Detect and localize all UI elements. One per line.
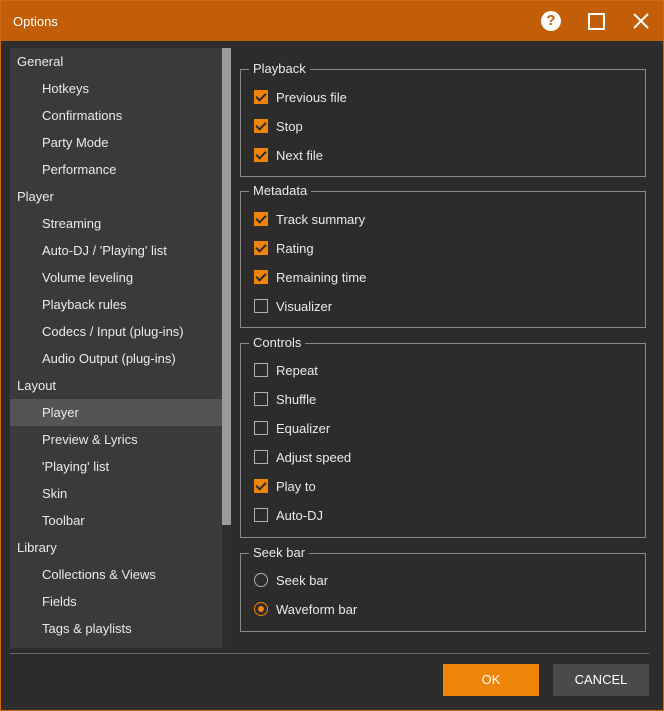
sidebar-item-preview-lyrics[interactable]: Preview & Lyrics [10, 426, 222, 453]
cancel-button[interactable]: CANCEL [553, 664, 649, 696]
sidebar-item-skin[interactable]: Skin [10, 480, 222, 507]
footer-divider [10, 653, 649, 654]
sidebar-category-general[interactable]: General [10, 48, 222, 75]
sidebar-item-streaming[interactable]: Streaming [10, 210, 222, 237]
maximize-icon[interactable] [584, 9, 608, 33]
seek-bar-group-title: Seek bar [249, 545, 310, 561]
help-icon[interactable]: ? [539, 9, 563, 33]
title-bar: Options ? [1, 1, 663, 41]
controls-group-title: Controls [249, 335, 306, 351]
sidebar-category-player[interactable]: Player [10, 183, 222, 210]
sidebar-item-performance[interactable]: Performance [10, 156, 222, 183]
sidebar-item-volume-leveling[interactable]: Volume leveling [10, 264, 222, 291]
seek-bar-group: Seek bar Seek bar Waveform bar [240, 545, 646, 632]
sidebar-category-layout[interactable]: Layout [10, 372, 222, 399]
sidebar-item-fields[interactable]: Fields [10, 588, 222, 615]
playback-group-title: Playback [249, 61, 310, 77]
controls-group: Controls Repeat Shuffle Equalizer Adjust… [240, 335, 646, 538]
sidebar-item-codecs-input[interactable]: Codecs / Input (plug-ins) [10, 318, 222, 345]
sidebar-item-hotkeys[interactable]: Hotkeys [10, 75, 222, 102]
sidebar-item-playing-list[interactable]: 'Playing' list [10, 453, 222, 480]
sidebar-item-party-mode[interactable]: Party Mode [10, 129, 222, 156]
sidebar-category-library[interactable]: Library [10, 534, 222, 561]
sidebar-item-playback-rules[interactable]: Playback rules [10, 291, 222, 318]
sidebar-item-confirmations[interactable]: Confirmations [10, 102, 222, 129]
close-icon[interactable] [629, 9, 653, 33]
sidebar-item-auto-dj[interactable]: Auto-DJ / 'Playing' list [10, 237, 222, 264]
sidebar-scrollbar[interactable] [222, 48, 231, 648]
metadata-group-title: Metadata [249, 183, 312, 199]
options-window: Options ? General Hotkeys Confirmations … [0, 0, 664, 711]
sidebar-item-collections-views[interactable]: Collections & Views [10, 561, 222, 588]
ok-button[interactable]: OK [443, 664, 539, 696]
scrollbar-thumb[interactable] [222, 48, 231, 525]
metadata-group: Metadata Track summary Rating Remaining … [240, 183, 646, 328]
playback-group: Playback Previous file Stop Next file [240, 61, 646, 177]
sidebar-item-layout-player[interactable]: Player [10, 399, 222, 426]
sidebar-item-toolbar[interactable]: Toolbar [10, 507, 222, 534]
sidebar-item-audio-output[interactable]: Audio Output (plug-ins) [10, 345, 222, 372]
sidebar-item-tags-playlists[interactable]: Tags & playlists [10, 615, 222, 642]
window-title: Options [13, 14, 58, 29]
options-sidebar: General Hotkeys Confirmations Party Mode… [10, 48, 222, 648]
